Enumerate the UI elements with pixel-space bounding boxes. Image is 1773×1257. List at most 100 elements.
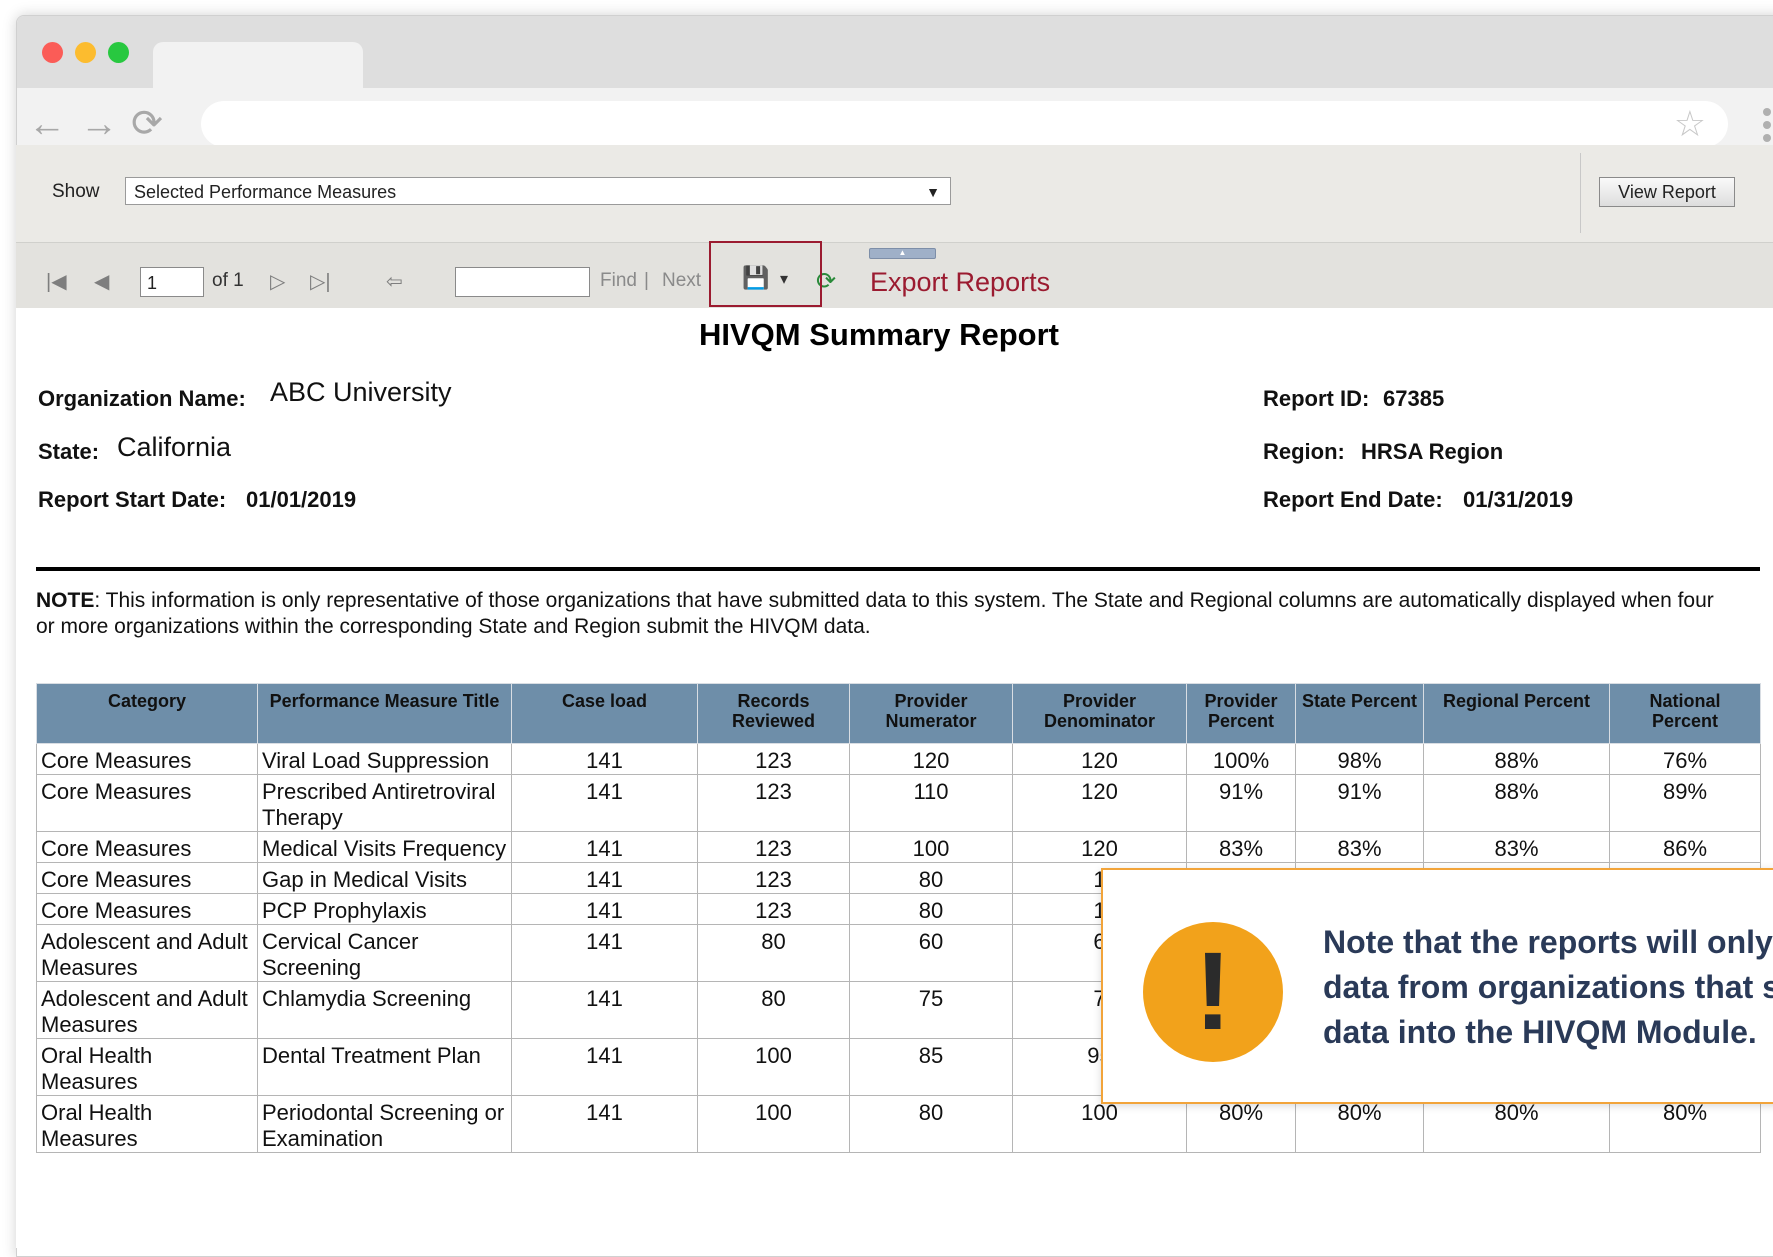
table-cell: 141 <box>511 981 698 1039</box>
table-cell: 100 <box>697 1095 850 1153</box>
region-label: Region: <box>1263 439 1345 464</box>
table-cell: Core Measures <box>36 743 258 775</box>
report-note: NOTE: This information is only represent… <box>36 588 1736 640</box>
last-page-icon[interactable]: ▷| <box>310 269 331 294</box>
start-date-value: 01/01/2019 <box>246 487 357 512</box>
table-cell: Periodontal Screening or Examination <box>257 1095 512 1153</box>
table-cell: 86% <box>1609 831 1761 863</box>
table-cell: 80 <box>697 924 850 982</box>
table-cell: Medical Visits Frequency <box>257 831 512 863</box>
table-row: Core Measures Prescribed Antiretroviral T… <box>36 774 1761 832</box>
table-cell: Viral Load Suppression <box>257 743 512 775</box>
org-name-label: Organization Name: <box>38 386 246 411</box>
close-window-button[interactable] <box>42 42 63 63</box>
column-header: State Percent <box>1295 683 1424 744</box>
browser-tab[interactable] <box>153 42 363 88</box>
find-next-link[interactable]: Next <box>662 270 701 292</box>
callout-line: Note that the reports will only r <box>1323 924 1773 960</box>
table-cell: 89% <box>1609 774 1761 832</box>
column-header: Records Reviewed <box>697 683 850 744</box>
table-cell: 100 <box>697 1038 850 1096</box>
table-cell: 80 <box>849 893 1013 925</box>
table-cell: 100% <box>1186 743 1296 775</box>
back-arrow-icon[interactable]: ← <box>25 102 69 146</box>
previous-page-icon[interactable]: ◀ <box>94 269 109 294</box>
table-cell: 120 <box>1012 831 1187 863</box>
table-cell: 100 <box>849 831 1013 863</box>
maximize-window-button[interactable] <box>108 42 129 63</box>
table-cell: 141 <box>511 1095 698 1153</box>
table-cell: Core Measures <box>36 862 258 894</box>
show-label: Show <box>52 181 100 202</box>
warning-icon: ! <box>1143 922 1283 1062</box>
table-cell: 80% <box>1295 1095 1424 1153</box>
browser-menu-icon[interactable] <box>1763 108 1771 147</box>
page-number-input[interactable]: 1 <box>140 267 204 297</box>
table-cell: Oral Health Measures <box>36 1038 258 1096</box>
show-select-value: Selected Performance Measures <box>134 182 397 202</box>
table-cell: 80 <box>697 981 850 1039</box>
table-cell: Dental Treatment Plan <box>257 1038 512 1096</box>
note-text: : This information is only representativ… <box>36 589 1714 638</box>
table-cell: Adolescent and Adult Measures <box>36 924 258 982</box>
table-cell: Oral Health Measures <box>36 1095 258 1153</box>
table-cell: 123 <box>697 893 850 925</box>
find-text-input[interactable] <box>455 267 590 297</box>
report-title: HIVQM Summary Report <box>698 317 1059 352</box>
table-cell: 141 <box>511 831 698 863</box>
table-cell: 60 <box>849 924 1013 982</box>
note-heading: NOTE <box>36 589 95 612</box>
table-cell: 91% <box>1295 774 1424 832</box>
panel-divider <box>1580 153 1581 233</box>
find-link[interactable]: Find <box>600 270 637 292</box>
table-cell: 88% <box>1423 774 1610 832</box>
table-cell: 80 <box>849 1095 1013 1153</box>
minimize-window-button[interactable] <box>75 42 96 63</box>
forward-arrow-icon[interactable]: → <box>77 102 121 146</box>
callout-line: data from organizations that su <box>1323 969 1773 1005</box>
table-cell: PCP Prophylaxis <box>257 893 512 925</box>
column-header: Provider Denominator <box>1012 683 1187 744</box>
address-bar[interactable]: ☆ <box>201 101 1728 147</box>
column-header: National Percent <box>1609 683 1761 744</box>
table-cell: 141 <box>511 774 698 832</box>
export-reports-annotation: Export Reports <box>870 267 1051 297</box>
back-to-parent-icon[interactable]: ⇦ <box>386 269 403 294</box>
table-cell: 83% <box>1295 831 1424 863</box>
table-cell: 83% <box>1423 831 1610 863</box>
page-count-label: of 1 <box>212 270 244 291</box>
collapse-parameters-handle[interactable]: ▲ <box>869 248 936 259</box>
reload-icon[interactable]: ⟳ <box>125 102 169 146</box>
org-name-value: ABC University <box>270 377 452 407</box>
column-header: Provider Percent <box>1186 683 1296 744</box>
table-cell: Chlamydia Screening <box>257 981 512 1039</box>
report-parameters-panel: Show Selected Performance Measures ▼ Vie… <box>16 145 1773 242</box>
column-header: Case load <box>511 683 698 744</box>
table-cell: 100 <box>1012 1095 1187 1153</box>
table-cell: Prescribed Antiretroviral Therapy <box>257 774 512 832</box>
table-cell: 88% <box>1423 743 1610 775</box>
section-divider <box>36 567 1760 571</box>
state-value: California <box>117 432 232 462</box>
show-select[interactable]: Selected Performance Measures ▼ <box>125 177 951 205</box>
table-cell: Cervical Cancer Screening <box>257 924 512 982</box>
table-cell: 91% <box>1186 774 1296 832</box>
table-cell: 75 <box>849 981 1013 1039</box>
report-id-value: 67385 <box>1383 386 1445 411</box>
table-cell: 123 <box>697 862 850 894</box>
column-header: Category <box>36 683 258 744</box>
table-cell: Core Measures <box>36 831 258 863</box>
table-cell: 98% <box>1295 743 1424 775</box>
export-highlight-box <box>709 241 822 307</box>
table-cell: 110 <box>849 774 1013 832</box>
first-page-icon[interactable]: |◀ <box>46 269 67 294</box>
end-date-label: Report End Date: <box>1263 487 1443 512</box>
next-page-icon[interactable]: ▷ <box>270 269 285 294</box>
table-row: Oral Health Measures Periodontal Screenin… <box>36 1095 1761 1153</box>
bookmark-star-icon[interactable]: ☆ <box>1674 105 1706 143</box>
view-report-button[interactable]: View Report <box>1599 177 1735 207</box>
table-cell: 141 <box>511 1038 698 1096</box>
callout-line: data into the HIVQM Module. <box>1323 1014 1757 1050</box>
table-cell: Gap in Medical Visits <box>257 862 512 894</box>
table-cell: Core Measures <box>36 774 258 832</box>
